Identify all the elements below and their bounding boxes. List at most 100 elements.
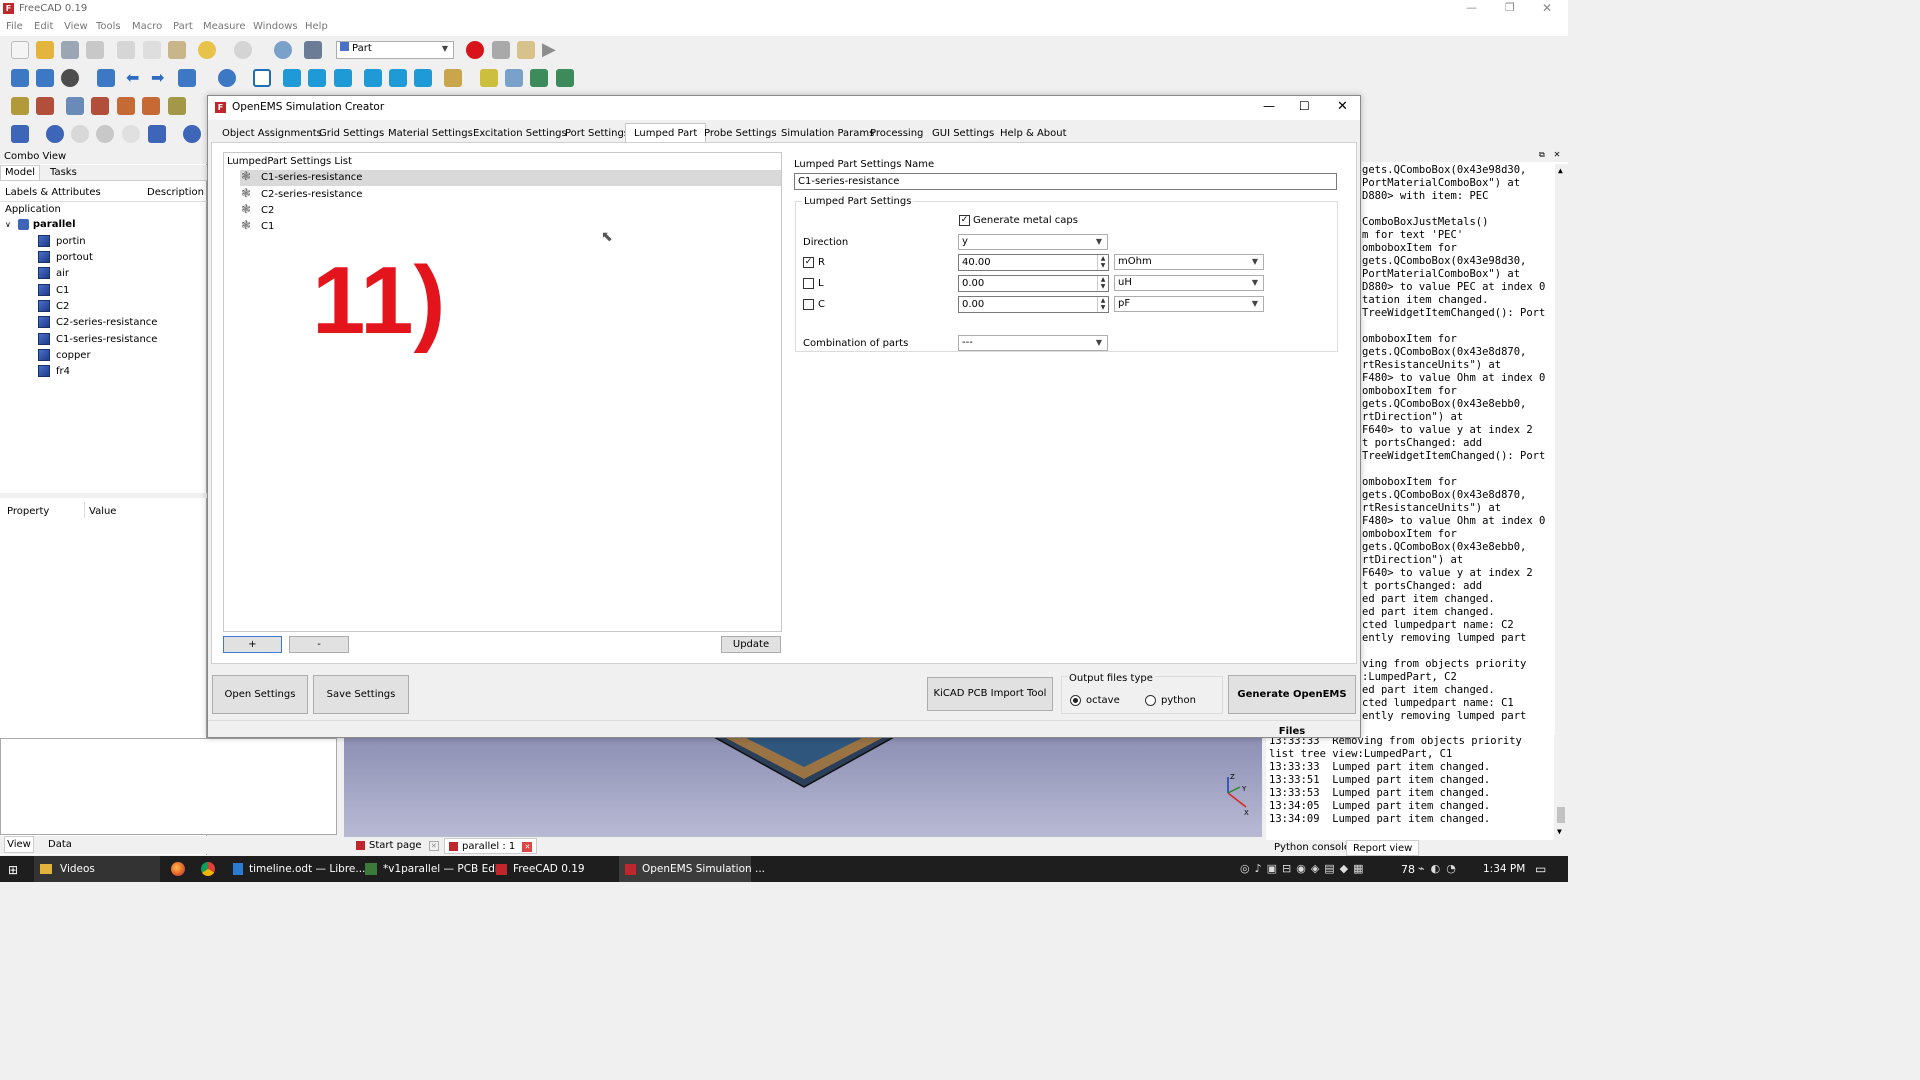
property-column[interactable]: Property [7, 506, 49, 517]
close-panel-icon[interactable]: ✕ [1554, 150, 1560, 160]
tab-report-view[interactable]: Report view [1346, 840, 1420, 856]
collapse-arrow-icon[interactable]: ∨ [5, 220, 11, 229]
workbench-selector[interactable]: Part ▼ [336, 41, 454, 59]
minimize-icon[interactable]: — [1263, 99, 1275, 113]
cut-icon[interactable] [117, 41, 135, 59]
tab-help-about[interactable]: Help & About [991, 123, 1076, 142]
r-checkbox[interactable]: ✓ [803, 257, 814, 268]
3d-view[interactable]: Z Y X [344, 737, 1262, 837]
float-icon[interactable]: ⧉ [1539, 150, 1545, 160]
section-icon[interactable] [148, 125, 166, 143]
zoom-icon[interactable] [218, 69, 236, 87]
list-item[interactable]: ❃ C2 [240, 202, 781, 219]
tab-data[interactable]: Data [48, 839, 72, 850]
remove-lumped-part-button[interactable]: - [289, 636, 349, 653]
create-part-icon[interactable] [480, 69, 498, 87]
minimize-icon[interactable]: — [1466, 1, 1477, 14]
macro-3-icon[interactable] [66, 97, 84, 115]
task-pcb-editor[interactable]: *v1parallel — PCB Edi... [359, 856, 508, 882]
list-item[interactable]: ❃ C2-series-resistance [240, 186, 781, 203]
redo-icon[interactable] [234, 41, 252, 59]
close-tab-icon[interactable]: ✕ [522, 842, 533, 852]
tab-model[interactable]: Model [0, 165, 40, 181]
l-value-spinbox[interactable]: 0.00 ▲ ▼ [958, 275, 1109, 292]
menu-view[interactable]: View [64, 21, 88, 32]
kicad-import-button[interactable]: KiCAD PCB Import Tool [927, 677, 1053, 711]
generate-openems-files-button[interactable]: Generate OpenEMS Files [1228, 675, 1356, 737]
macro-5-icon[interactable] [117, 97, 135, 115]
macro-7-icon[interactable] [168, 97, 186, 115]
copy-icon[interactable] [143, 41, 161, 59]
close-icon[interactable]: ✕ [1542, 1, 1552, 15]
cut-boolean-icon[interactable] [71, 125, 89, 143]
l-unit-select[interactable]: uH ▼ [1114, 275, 1264, 291]
value-column[interactable]: Value [89, 506, 116, 517]
front-view-icon[interactable] [283, 69, 301, 87]
cube-primitive-icon[interactable] [11, 125, 29, 143]
tree-item-copper[interactable]: copper [38, 348, 91, 364]
firefox-icon[interactable] [171, 862, 185, 876]
tree-item-fr4[interactable]: fr4 [38, 364, 70, 380]
scroll-down-icon[interactable]: ▼ [1557, 827, 1562, 836]
scroll-thumb[interactable] [1557, 807, 1565, 823]
stop-macro-icon[interactable] [492, 41, 510, 59]
new-file-icon[interactable] [11, 41, 29, 59]
link-actions-icon[interactable] [556, 69, 574, 87]
spin-arrows-icon[interactable]: ▲ ▼ [1097, 255, 1108, 270]
menu-file[interactable]: File [6, 21, 23, 32]
macro-1-icon[interactable] [11, 97, 29, 115]
tree-document[interactable]: ∨ parallel [5, 217, 76, 233]
boolean-icon[interactable] [46, 125, 64, 143]
tree-item-air[interactable]: air [38, 266, 69, 282]
restore-icon[interactable]: ❐ [1505, 1, 1515, 14]
fuse-icon[interactable] [96, 125, 114, 143]
menu-help[interactable]: Help [305, 21, 328, 32]
tree-item-c1[interactable]: C1 [38, 283, 69, 299]
tree-item-c1-series[interactable]: C1-series-resistance [38, 332, 157, 348]
c-value-spinbox[interactable]: 0.00 ▲ ▼ [958, 296, 1109, 313]
menu-macro[interactable]: Macro [132, 21, 162, 32]
run-macro-icon[interactable]: ▶ [542, 39, 556, 60]
print-icon[interactable] [86, 41, 104, 59]
link-icon[interactable] [530, 69, 548, 87]
tab-python-console[interactable]: Python console [1274, 842, 1350, 853]
right-view-icon[interactable] [334, 69, 352, 87]
refresh-icon[interactable] [274, 41, 292, 59]
direction-select[interactable]: y ▼ [958, 234, 1108, 250]
menu-windows[interactable]: Windows [253, 21, 298, 32]
isometric-view-icon[interactable] [253, 69, 271, 87]
common-icon[interactable] [122, 125, 140, 143]
task-libreoffice[interactable]: timeline.odt — Libre... [227, 856, 365, 882]
menu-edit[interactable]: Edit [34, 21, 53, 32]
menu-tools[interactable]: Tools [96, 21, 121, 32]
report-lower-scrollbar[interactable]: ▼ [1554, 735, 1568, 840]
tray-icons[interactable]: ◎♪▣⊟◉◈▤◆▦ [1240, 862, 1369, 875]
chrome-icon[interactable] [201, 862, 215, 876]
tray-icons-2[interactable]: ⌁◐◔ [1418, 862, 1462, 875]
spin-arrows-icon[interactable]: ▲ ▼ [1097, 276, 1108, 291]
windows-start-icon[interactable]: ⊞ [8, 863, 18, 877]
macro-2-icon[interactable] [36, 97, 54, 115]
update-button[interactable]: Update [721, 636, 781, 653]
undo-icon[interactable] [198, 41, 216, 59]
c-checkbox[interactable] [803, 299, 814, 310]
column-labels[interactable]: Labels & Attributes [5, 187, 101, 198]
fit-all-icon[interactable] [11, 69, 29, 87]
l-checkbox[interactable] [803, 278, 814, 289]
task-freecad[interactable]: FreeCAD 0.19 [490, 856, 616, 882]
tab-start-page[interactable]: Start page ✕ [352, 838, 443, 854]
r-unit-select[interactable]: mOhm ▼ [1114, 254, 1264, 270]
close-icon[interactable]: ✕ [1337, 99, 1348, 114]
left-view-icon[interactable] [414, 69, 432, 87]
open-file-icon[interactable] [36, 41, 54, 59]
save-icon[interactable] [61, 41, 79, 59]
maximize-icon[interactable]: ☐ [1299, 99, 1310, 113]
tree-item-portout[interactable]: portout [38, 250, 93, 266]
spin-arrows-icon[interactable]: ▲ ▼ [1097, 297, 1108, 312]
back-arrow-icon[interactable]: ⬅ [126, 68, 139, 87]
forward-arrow-icon[interactable]: ➡ [151, 68, 164, 87]
record-macro-icon[interactable] [466, 41, 484, 59]
tab-parallel[interactable]: parallel : 1 ✕ [444, 838, 538, 854]
macro-6-icon[interactable] [142, 97, 160, 115]
list-item[interactable]: ❃ C1 [240, 218, 781, 235]
